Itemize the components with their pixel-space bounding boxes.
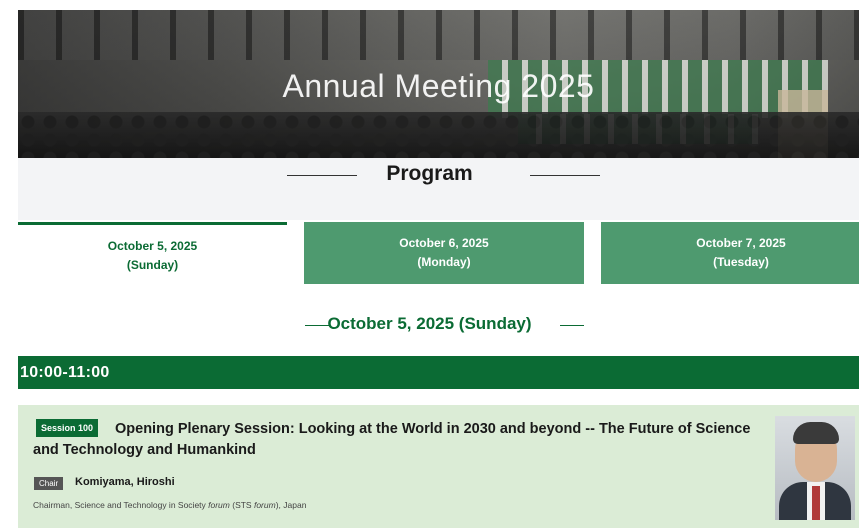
tab-october-6[interactable]: October 6, 2025 (Monday) <box>304 222 584 284</box>
portrait-hair <box>793 422 839 444</box>
hero-ceiling <box>18 10 859 60</box>
affil-part: (STS <box>229 500 254 510</box>
affil-part: Chairman, Science and Technology in Soci… <box>33 500 209 510</box>
tab-october-7[interactable]: October 7, 2025 (Tuesday) <box>601 222 859 284</box>
program-title: Program <box>386 162 473 185</box>
tab-october-5[interactable]: October 5, 2025 (Sunday) <box>18 222 287 284</box>
hero-title: Annual Meeting 2025 <box>282 68 595 104</box>
affil-part: ), Japan <box>275 500 307 510</box>
chair-name[interactable]: Komiyama, Hiroshi <box>75 476 175 488</box>
hero-audience <box>18 112 859 158</box>
tab-date: October 5, 2025 <box>107 239 198 253</box>
tab-day: (Monday) <box>417 255 471 269</box>
date-heading: October 5, 2025 (Sunday) <box>327 314 532 333</box>
session-badge: Session 100 <box>36 419 99 437</box>
chair-portrait[interactable] <box>775 416 855 520</box>
tab-day: (Sunday) <box>126 258 179 272</box>
session-title[interactable]: Opening Plenary Session: Looking at the … <box>33 419 753 461</box>
program-divider-right <box>530 175 600 176</box>
tab-day: (Tuesday) <box>713 255 769 269</box>
time-slot-bar: 10:00-11:00 <box>18 356 859 389</box>
tab-date: October 6, 2025 <box>399 236 489 250</box>
date-divider-right <box>560 325 584 326</box>
tab-date: October 7, 2025 <box>696 236 786 250</box>
chair-badge: Chair <box>34 477 64 490</box>
hero-banner: Annual Meeting 2025 <box>18 10 859 158</box>
affil-forum: forum <box>208 500 230 510</box>
portrait-tie <box>812 486 820 520</box>
chair-affiliation: Chairman, Science and Technology in Soci… <box>33 500 306 510</box>
affil-forum: forum <box>253 500 276 510</box>
